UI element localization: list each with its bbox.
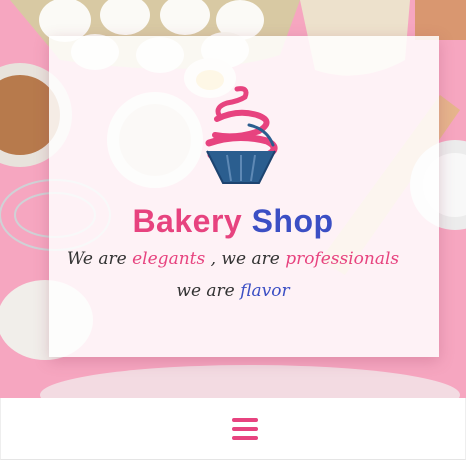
hamburger-menu-icon[interactable] (232, 418, 258, 440)
tagline-highlight-professionals: professionals (285, 249, 400, 269)
page-title: Bakery Shop (0, 200, 466, 242)
tagline-highlight-elegants: elegants (132, 249, 206, 269)
tagline-text: , we are (210, 249, 280, 269)
title-word-shop: Shop (251, 203, 334, 239)
tagline-highlight-flavor: flavor (240, 281, 290, 301)
cupcake-logo-icon (205, 86, 278, 184)
tagline-line-1: We are elegants , we are professionals (0, 247, 466, 271)
tagline-text: we are (176, 281, 235, 301)
hero-section: Bakery Shop We are elegants , we are pro… (0, 0, 466, 398)
title-word-bakery: Bakery (132, 203, 243, 239)
tagline-text: We are (66, 249, 127, 269)
tagline-line-2: we are flavor (0, 279, 466, 303)
bottom-navbar (0, 398, 466, 460)
